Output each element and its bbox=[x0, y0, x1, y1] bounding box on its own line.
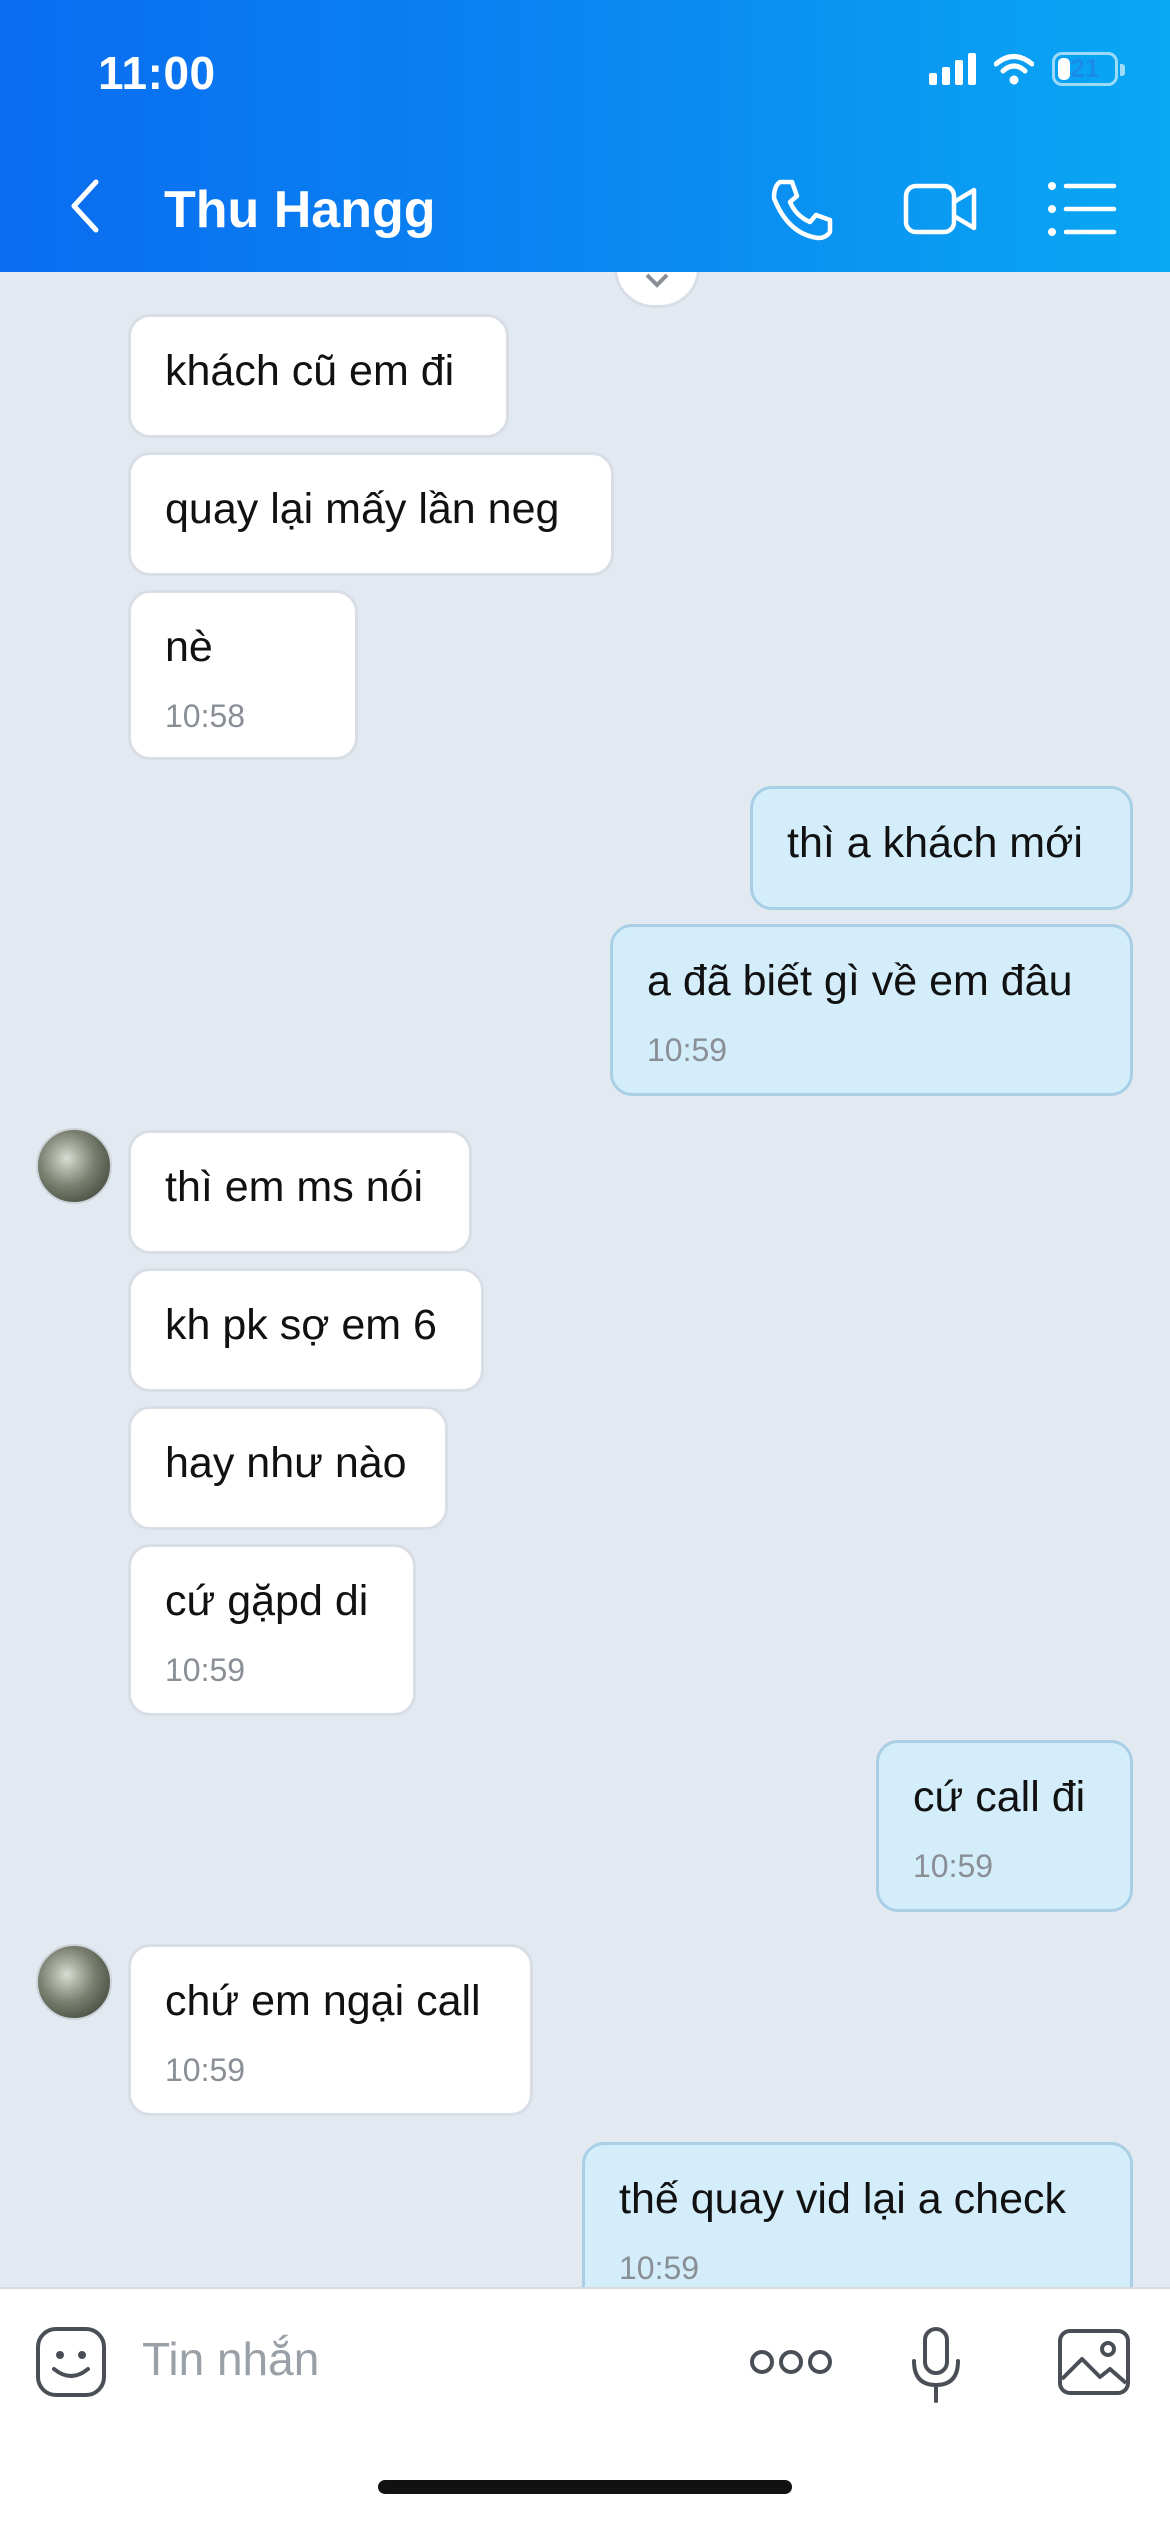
avatar[interactable] bbox=[36, 1944, 112, 2020]
image-icon[interactable] bbox=[1056, 2327, 1132, 2397]
contact-name[interactable]: Thu Hangg bbox=[164, 180, 436, 240]
message-bubble-outgoing[interactable]: thì a khách mới bbox=[750, 786, 1133, 910]
message-bubble-incoming[interactable]: hay như nào bbox=[128, 1406, 448, 1530]
phone-icon[interactable] bbox=[766, 176, 842, 242]
cellular-signal-icon bbox=[929, 53, 976, 85]
battery-icon: 21 bbox=[1052, 52, 1125, 86]
list-icon[interactable] bbox=[1044, 176, 1120, 242]
message-list[interactable]: khách cũ em đi quay lại mấy lần neg nè 1… bbox=[0, 272, 1170, 2287]
message-text: a đã biết gì về em đâu bbox=[647, 957, 1073, 1005]
message-composer: Tin nhắn bbox=[0, 2287, 1170, 2534]
sticker-face-icon[interactable] bbox=[34, 2325, 108, 2399]
scroll-down-button[interactable] bbox=[614, 272, 700, 308]
status-time: 11:00 bbox=[98, 47, 216, 99]
message-bubble-incoming[interactable]: thì em ms nói bbox=[128, 1130, 472, 1254]
message-text: quay lại mấy lần neg bbox=[165, 485, 560, 533]
message-bubble-outgoing[interactable]: a đã biết gì về em đâu 10:59 bbox=[610, 924, 1133, 1096]
home-indicator[interactable] bbox=[378, 2480, 792, 2494]
avatar[interactable] bbox=[36, 1128, 112, 1204]
wifi-icon bbox=[994, 54, 1034, 85]
message-bubble-outgoing[interactable]: thế quay vid lại a check 10:59 bbox=[582, 2142, 1133, 2287]
message-bubble-incoming[interactable]: cứ gặpd di 10:59 bbox=[128, 1544, 416, 1716]
message-time: 10:59 bbox=[165, 1652, 246, 1688]
back-button[interactable] bbox=[58, 176, 118, 236]
message-time: 10:59 bbox=[165, 2052, 246, 2088]
more-dots-icon[interactable] bbox=[748, 2347, 834, 2377]
chat-header: 11:00 21 Thu Hangg bbox=[0, 0, 1170, 272]
message-text: kh pk sợ em 6 bbox=[165, 1301, 437, 1349]
microphone-icon[interactable] bbox=[908, 2325, 964, 2405]
video-camera-icon[interactable] bbox=[902, 176, 978, 242]
message-text: hay như nào bbox=[165, 1439, 407, 1487]
message-bubble-incoming[interactable]: quay lại mấy lần neg bbox=[128, 452, 614, 576]
status-icons: 21 bbox=[929, 52, 1125, 86]
message-bubble-incoming[interactable]: kh pk sợ em 6 bbox=[128, 1268, 484, 1392]
message-text: thì em ms nói bbox=[165, 1163, 424, 1211]
message-time: 10:58 bbox=[165, 698, 246, 734]
message-input[interactable]: Tin nhắn bbox=[142, 2332, 319, 2386]
message-bubble-incoming[interactable]: chứ em ngại call 10:59 bbox=[128, 1944, 533, 2116]
message-bubble-incoming[interactable]: nè 10:58 bbox=[128, 590, 358, 760]
battery-level: 21 bbox=[1070, 53, 1100, 83]
message-time: 10:59 bbox=[913, 1848, 994, 1884]
message-time: 10:59 bbox=[619, 2250, 700, 2286]
message-text: thì a khách mới bbox=[787, 819, 1083, 867]
message-text: thế quay vid lại a check bbox=[619, 2175, 1066, 2223]
message-bubble-incoming[interactable]: khách cũ em đi bbox=[128, 314, 509, 438]
message-bubble-outgoing[interactable]: cứ call đi 10:59 bbox=[876, 1740, 1133, 1912]
message-text: nè bbox=[165, 623, 213, 671]
message-text: cứ call đi bbox=[913, 1773, 1086, 1821]
message-time: 10:59 bbox=[647, 1032, 728, 1068]
message-text: cứ gặpd di bbox=[165, 1577, 369, 1625]
message-text: chứ em ngại call bbox=[165, 1977, 481, 2025]
message-text: khách cũ em đi bbox=[165, 347, 455, 395]
